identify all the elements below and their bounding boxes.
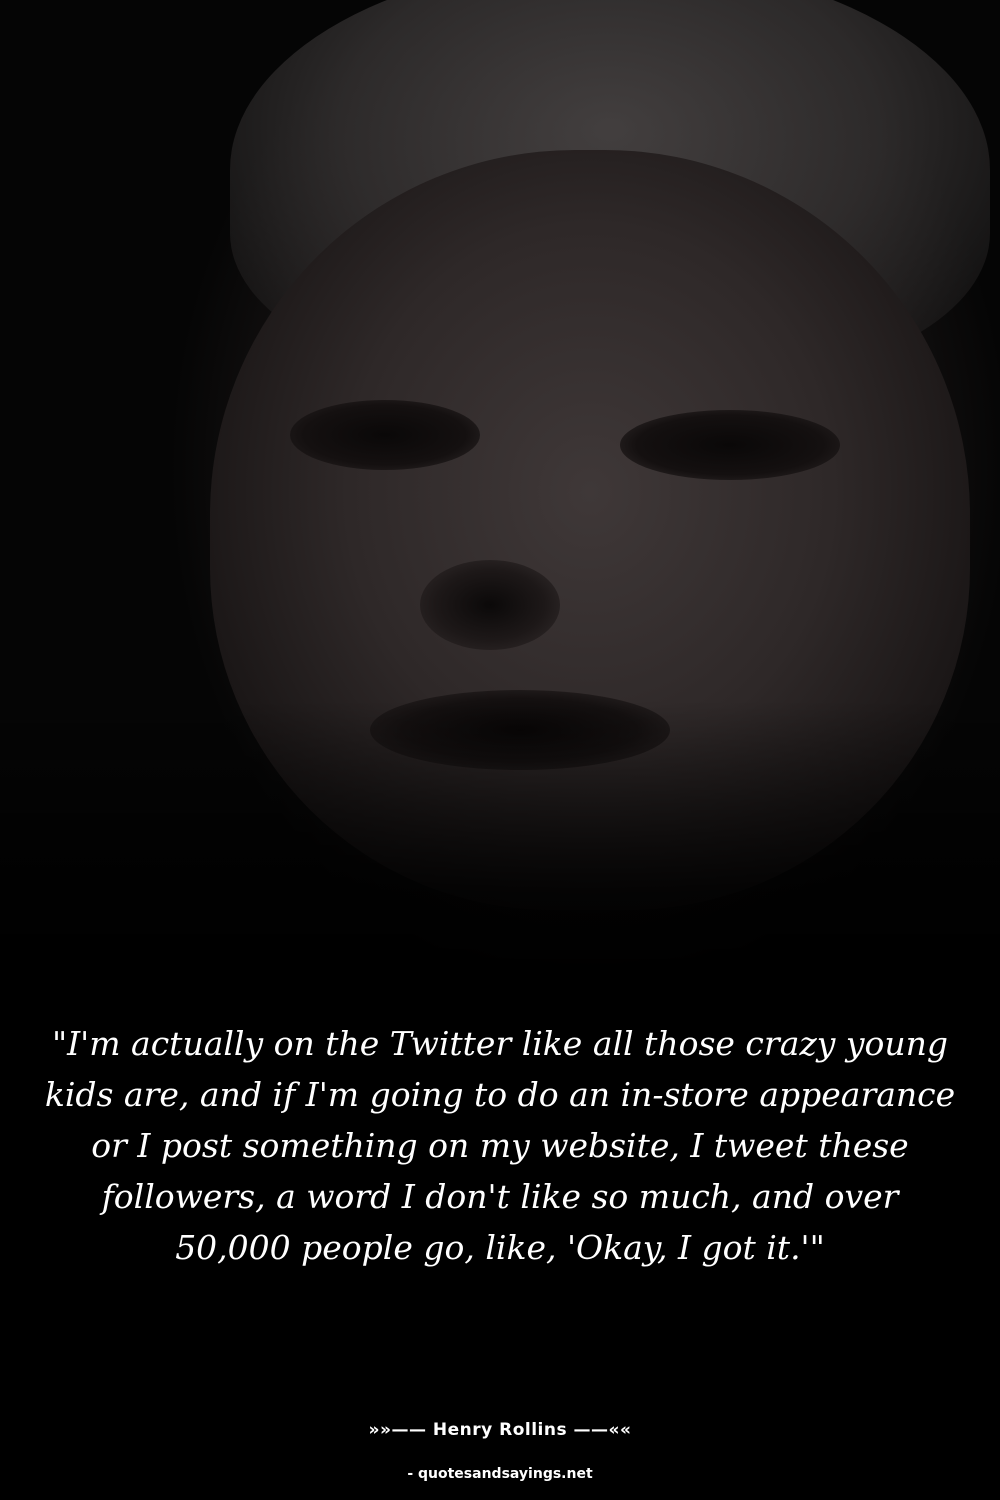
portrait-left-eye: [290, 400, 480, 470]
quote-text: "I'm actually on the Twitter like all th…: [44, 1024, 956, 1267]
quote-card: "I'm actually on the Twitter like all th…: [0, 0, 1000, 1500]
source-website: - quotesandsayings.net: [407, 1466, 593, 1482]
portrait-nose: [420, 560, 560, 650]
portrait-right-eye: [620, 410, 840, 480]
quote-author: »»—— Henry Rollins ——««: [368, 1420, 632, 1440]
bottom-fade-overlay: [0, 700, 1000, 1020]
